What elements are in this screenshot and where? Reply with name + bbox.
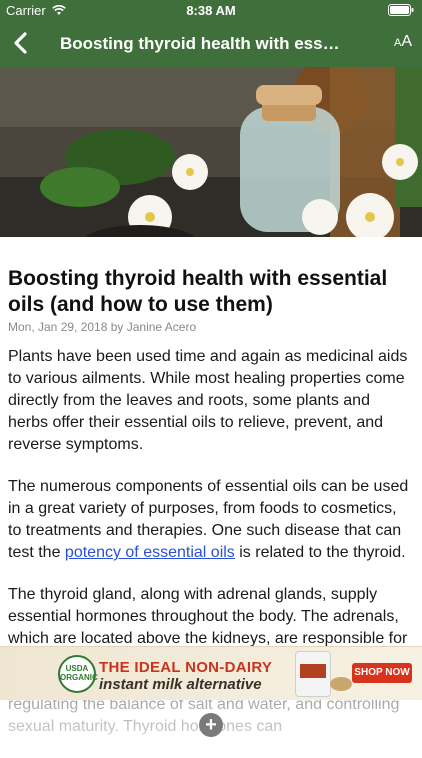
article-byline: Mon, Jan 29, 2018 by Janine Acero [8, 320, 197, 334]
clock: 8:38 AM [186, 3, 236, 18]
navigation-bar: Boosting thyroid health with ess… AA [0, 20, 422, 67]
article-headline: Boosting thyroid health with essential o… [8, 267, 388, 316]
product-jar-image [295, 651, 331, 697]
ad-subline: instant milk alternative [99, 676, 262, 693]
ad-badge-text: USDA ORGANIC [60, 664, 98, 682]
essential-oils-link[interactable]: potency of essential oils [65, 544, 235, 561]
font-size-large-label: A [401, 33, 412, 50]
seeds-image [330, 677, 352, 691]
paragraph: Plants have been used time and again as … [8, 348, 408, 453]
status-bar: Carrier 8:38 AM [0, 0, 422, 20]
battery-icon [388, 4, 414, 19]
back-button[interactable] [8, 28, 34, 58]
ad-banner[interactable]: USDA ORGANIC THE IDEAL NON-DAIRY instant… [0, 646, 422, 700]
article-hero-image [0, 67, 422, 237]
font-size-button[interactable]: AA [394, 33, 412, 51]
usda-organic-logo: USDA ORGANIC [58, 655, 98, 693]
paragraph: The numerous components of essential oil… [8, 476, 414, 564]
plus-icon[interactable]: + [199, 713, 223, 737]
paragraph-text: is related to the thyroid. [234, 544, 406, 561]
shop-now-button[interactable]: SHOP NOW [352, 663, 412, 683]
ad-headline: THE IDEAL NON-DAIRY [99, 659, 273, 676]
nav-title: Boosting thyroid health with ess… [60, 34, 340, 53]
